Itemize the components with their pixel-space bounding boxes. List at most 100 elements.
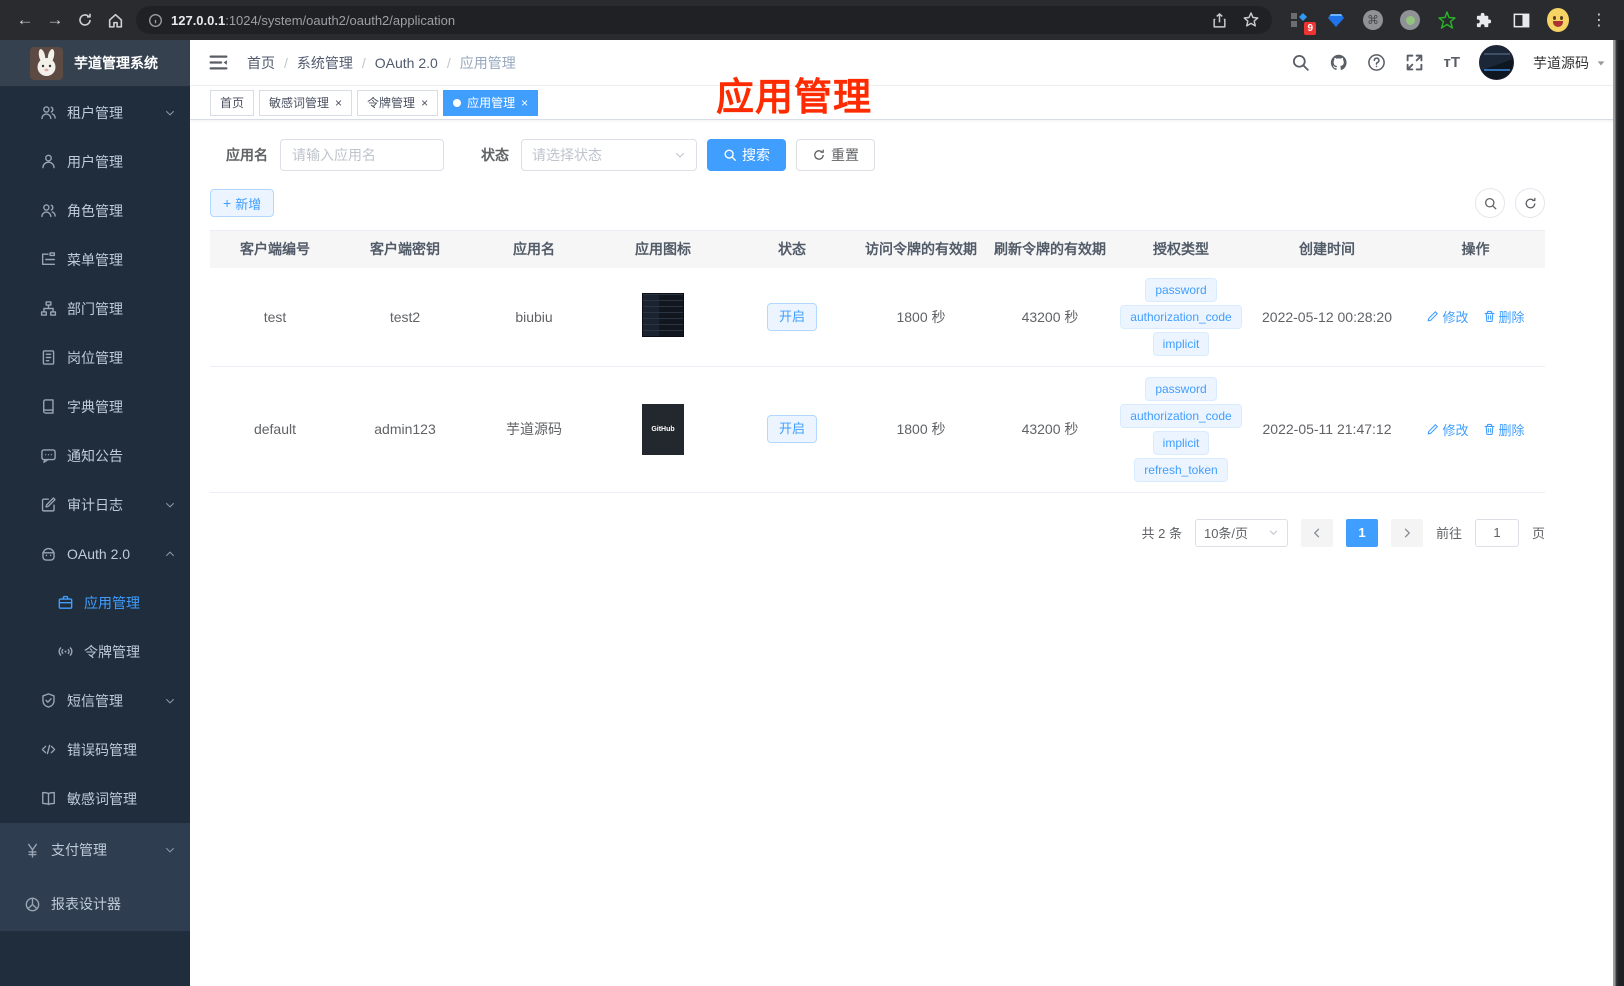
- prev-page-button[interactable]: [1300, 518, 1333, 547]
- sidebar-item-10[interactable]: 应用管理: [0, 578, 190, 627]
- help-icon[interactable]: [1367, 53, 1386, 72]
- sidebar-item-4[interactable]: 部门管理: [0, 284, 190, 333]
- logo-image: [30, 46, 63, 80]
- tab-label: 敏感词管理: [269, 96, 330, 110]
- bookmark-star-icon[interactable]: [1242, 11, 1260, 29]
- refresh-table-button[interactable]: [1515, 188, 1545, 218]
- edit-button[interactable]: 修改: [1426, 307, 1469, 326]
- sidebar-item-6[interactable]: 字典管理: [0, 382, 190, 431]
- current-page-button[interactable]: 1: [1345, 518, 1378, 547]
- command-extension-icon[interactable]: ⌘: [1362, 9, 1384, 31]
- share-icon[interactable]: [1211, 12, 1228, 29]
- tab-groups-extension-icon[interactable]: 9: [1288, 9, 1316, 35]
- close-tab-icon[interactable]: ×: [335, 97, 342, 109]
- user-menu[interactable]: 芋道源码: [1533, 53, 1606, 73]
- sidebar-item-8[interactable]: 审计日志: [0, 480, 190, 529]
- tab-1[interactable]: 敏感词管理 ×: [259, 89, 353, 116]
- profile-avatar-icon[interactable]: [1547, 8, 1569, 32]
- close-tab-icon[interactable]: ×: [521, 97, 528, 109]
- sidebar-item-14[interactable]: 敏感词管理: [0, 774, 190, 823]
- column-header-6: 刷新令牌的有效期: [986, 230, 1114, 268]
- search-button-label: 搜索: [742, 147, 770, 163]
- sidebar-item-16[interactable]: 报表设计器: [0, 877, 190, 931]
- edit-label: 修改: [1442, 310, 1469, 325]
- tab-3[interactable]: 应用管理 ×: [443, 89, 539, 116]
- sidebar-item-label: 报表设计器: [51, 896, 121, 912]
- breadcrumb-separator: /: [361, 54, 366, 71]
- sidebar-item-11[interactable]: 令牌管理: [0, 627, 190, 676]
- sidebar-item-5[interactable]: 岗位管理: [0, 333, 190, 382]
- chevron-down-icon: [166, 847, 174, 853]
- forward-button[interactable]: →: [40, 5, 70, 35]
- font-size-icon[interactable]: ᴛT: [1443, 54, 1460, 71]
- info-icon: [149, 13, 162, 27]
- user-avatar[interactable]: [1479, 45, 1514, 80]
- sidebar-item-label: 岗位管理: [67, 349, 123, 366]
- add-button[interactable]: + 新增: [210, 189, 275, 217]
- chrome-menu-icon[interactable]: ⋮: [1584, 5, 1614, 35]
- app-logo[interactable]: 芋道管理系统: [0, 40, 190, 86]
- extension-icons: 9 ⌘ ⋮: [1288, 5, 1614, 35]
- tab-2[interactable]: 令牌管理 ×: [357, 89, 439, 116]
- status-select[interactable]: 请选择状态: [521, 139, 697, 171]
- github-icon[interactable]: [1329, 53, 1348, 72]
- show-search-toggle-button[interactable]: [1475, 188, 1505, 218]
- sidebar-item-13[interactable]: 错误码管理: [0, 725, 190, 774]
- grant-type-tag: authorization_code: [1120, 304, 1242, 329]
- sidebar-item-7[interactable]: 通知公告: [0, 431, 190, 480]
- chevron-down-icon: [676, 152, 684, 158]
- breadcrumb-item-2[interactable]: OAuth 2.0: [375, 55, 438, 71]
- next-page-button[interactable]: [1390, 518, 1423, 547]
- recorder-extension-icon[interactable]: [1399, 9, 1421, 31]
- chevron-down-icon: [166, 698, 174, 703]
- sidebar-item-2[interactable]: 角色管理: [0, 186, 190, 235]
- column-header-0: 客户端编号: [210, 230, 340, 268]
- close-tab-icon[interactable]: ×: [421, 97, 428, 109]
- back-button[interactable]: ←: [10, 5, 40, 35]
- tab-0[interactable]: 首页: [210, 89, 255, 116]
- home-button[interactable]: [100, 5, 130, 35]
- sidebar-item-15[interactable]: 支付管理: [0, 823, 190, 877]
- url-bar[interactable]: 127.0.0.1:1024/system/oauth2/oauth2/appl…: [136, 6, 1272, 34]
- reset-button[interactable]: 重置: [796, 139, 875, 171]
- gem-extension-icon[interactable]: [1325, 9, 1347, 31]
- page-size-select[interactable]: 10条/页: [1194, 518, 1288, 547]
- plus-icon: +: [223, 195, 232, 211]
- breadcrumb-item-0[interactable]: 首页: [247, 53, 275, 73]
- main-content: 应用名 状态 请选择状态 搜索 重置 + 新增: [190, 121, 1613, 986]
- delete-button[interactable]: 删除: [1483, 307, 1525, 326]
- split-view-icon[interactable]: [1510, 9, 1532, 31]
- app-name-label: 应用名: [226, 147, 268, 163]
- sidebar-item-1[interactable]: 用户管理: [0, 137, 190, 186]
- breadcrumb-item-1[interactable]: 系统管理: [297, 53, 353, 73]
- fullscreen-icon[interactable]: [1405, 53, 1424, 72]
- refresh-icon: [814, 149, 824, 160]
- breadcrumb-separator: /: [446, 54, 451, 71]
- user-icon: [42, 154, 55, 169]
- shield-icon: [42, 693, 55, 708]
- search-button[interactable]: 搜索: [707, 139, 786, 171]
- extensions-puzzle-icon[interactable]: [1473, 9, 1495, 31]
- edit-button[interactable]: 修改: [1426, 420, 1469, 439]
- cell-app-name: biubiu: [470, 267, 598, 367]
- delete-button[interactable]: 删除: [1483, 420, 1525, 439]
- sidebar-item-0[interactable]: 租户管理: [0, 88, 190, 137]
- reload-button[interactable]: [70, 5, 100, 35]
- goto-page-input[interactable]: [1474, 518, 1519, 547]
- sidebar-item-12[interactable]: 短信管理: [0, 676, 190, 725]
- collapse-sidebar-icon[interactable]: [208, 52, 229, 73]
- sidebar-item-3[interactable]: 菜单管理: [0, 235, 190, 284]
- cell-created-time: 2022-05-11 21:47:12: [1248, 366, 1406, 493]
- app-name-input[interactable]: [280, 139, 444, 171]
- chevron-down-icon: [166, 110, 174, 115]
- cell-status: 开启: [728, 366, 856, 493]
- search-icon: [724, 149, 736, 161]
- org-icon: [40, 301, 57, 316]
- search-icon[interactable]: [1291, 53, 1310, 72]
- green-star-extension-icon[interactable]: [1436, 9, 1458, 31]
- status-select-placeholder: 请选择状态: [532, 147, 602, 163]
- cell-refresh-token-validity: 43200 秒: [986, 267, 1114, 367]
- sidebar-item-9[interactable]: OAuth 2.0: [0, 529, 190, 578]
- briefcase-icon: [58, 595, 73, 609]
- grant-type-tag: implicit: [1152, 331, 1210, 356]
